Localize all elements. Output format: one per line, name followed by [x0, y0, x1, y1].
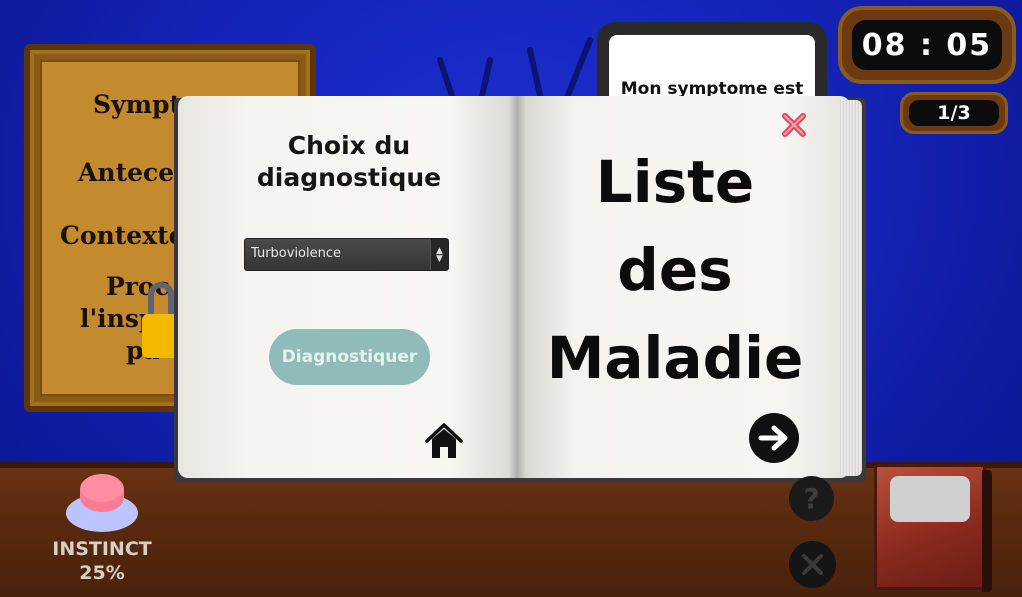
book-page-edges	[840, 100, 862, 476]
close-icon[interactable]	[781, 112, 807, 138]
home-icon[interactable]	[423, 421, 465, 461]
timer-value: 08 : 05	[852, 20, 1002, 70]
question-icon: ?	[803, 482, 820, 515]
book-gutter	[508, 96, 526, 478]
instinct-percent: 25%	[79, 562, 125, 584]
red-book-spine	[982, 470, 992, 592]
red-book-label	[890, 476, 970, 522]
diagnosis-select[interactable]: Turboviolence ▲ ▼	[244, 238, 449, 271]
disease-list-title: Liste des Maladie	[540, 138, 810, 402]
instinct-label-text: INSTINCT	[52, 538, 152, 560]
x-icon	[802, 554, 823, 575]
disease-list-title-line-3: Maladie	[546, 324, 804, 392]
select-arrows-icon: ▲ ▼	[430, 239, 448, 270]
instinct-button-top	[80, 474, 124, 512]
attempt-counter-value: 1/3	[909, 100, 999, 126]
quit-button[interactable]	[789, 541, 836, 588]
diagnosis-select-value: Turboviolence	[251, 246, 342, 261]
board-line-symptome: Sympt	[93, 90, 182, 119]
timer: 08 : 05	[838, 6, 1016, 84]
instinct-button[interactable]	[66, 474, 138, 534]
arrow-right-icon	[758, 425, 788, 451]
disease-list-title-line-2: des	[617, 236, 733, 304]
disease-list-title-line-1: Liste	[595, 148, 755, 216]
disease-book-button[interactable]	[874, 464, 994, 594]
diagnosis-choice-title: Choix du diagnostique	[256, 131, 442, 192]
instinct-label: INSTINCT 25%	[40, 537, 164, 585]
help-button[interactable]: ?	[789, 476, 834, 521]
next-page-button[interactable]	[749, 413, 799, 463]
board-line-contexte: Contexte	[60, 221, 185, 250]
board-line-antecedents: Antecec	[78, 158, 190, 187]
diagnose-button[interactable]: Diagnostiquer	[269, 329, 430, 385]
attempt-counter: 1/3	[900, 92, 1008, 134]
